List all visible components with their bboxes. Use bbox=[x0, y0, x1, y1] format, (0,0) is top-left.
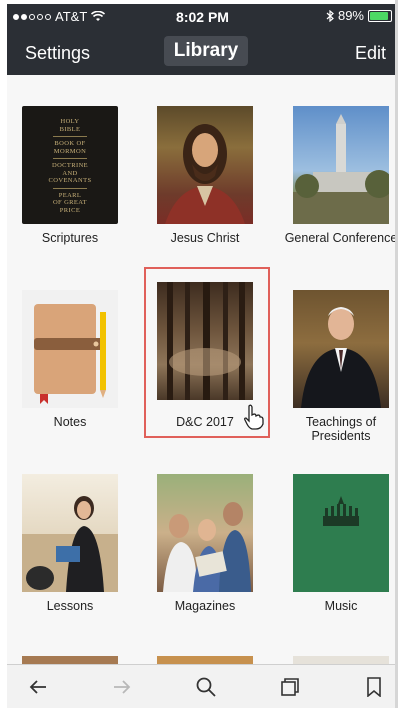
selection-highlight bbox=[144, 267, 270, 438]
classroom-photo bbox=[22, 496, 118, 592]
back-arrow-icon bbox=[29, 680, 46, 694]
magazines-cover[interactable] bbox=[157, 474, 253, 592]
settings-button[interactable]: Settings bbox=[25, 43, 90, 64]
magazines-label: Magazines bbox=[174, 599, 236, 613]
search-icon bbox=[196, 677, 216, 697]
library-title[interactable]: Library bbox=[164, 36, 248, 66]
jesus-painting bbox=[165, 124, 245, 224]
bluetooth-icon bbox=[326, 9, 334, 22]
temple-emblem-icon bbox=[323, 496, 359, 526]
battery-icon bbox=[368, 9, 392, 22]
scriptures-cover[interactable]: HOLY BIBLE BOOK OF MORMON DOCTRINE AND C… bbox=[22, 106, 118, 224]
bookmark-icon bbox=[367, 677, 381, 697]
notes-label: Notes bbox=[53, 415, 87, 429]
jesus-christ-label: Jesus Christ bbox=[170, 231, 240, 245]
jesus-christ-cover[interactable] bbox=[157, 106, 253, 224]
general-conference-cover[interactable] bbox=[293, 106, 389, 224]
tabs-icon bbox=[281, 678, 299, 696]
forward-button[interactable] bbox=[107, 673, 137, 701]
bookmark-button[interactable] bbox=[359, 673, 389, 701]
teachings-of-presidents-label: Teachings of Presidents bbox=[305, 415, 377, 443]
lessons-label: Lessons bbox=[46, 599, 94, 613]
app-screen: AT&T 8:02 PM 89% Settings Library Edit H… bbox=[7, 4, 398, 708]
bottom-toolbar bbox=[7, 664, 398, 708]
forward-arrow-icon bbox=[114, 680, 131, 694]
tabs-button[interactable] bbox=[275, 673, 305, 701]
scriptures-label: Scriptures bbox=[41, 231, 99, 245]
portrait-photo bbox=[301, 307, 381, 408]
lessons-cover[interactable] bbox=[22, 474, 118, 592]
nav-bar: Settings Library Edit bbox=[7, 26, 398, 75]
music-label: Music bbox=[324, 599, 358, 613]
status-right: 89% bbox=[326, 8, 392, 23]
notebook-icon bbox=[34, 304, 106, 404]
battery-percent: 89% bbox=[337, 8, 364, 23]
search-button[interactable] bbox=[191, 673, 221, 701]
music-cover[interactable] bbox=[293, 474, 389, 592]
teachings-of-presidents-cover[interactable] bbox=[293, 290, 389, 408]
status-bar: AT&T 8:02 PM 89% bbox=[7, 4, 398, 26]
scriptures-cover-text: HOLY BIBLE BOOK OF MORMON DOCTRINE AND C… bbox=[48, 118, 92, 214]
general-conference-label: General Conference bbox=[284, 231, 398, 245]
conference-center-photo bbox=[293, 114, 389, 224]
back-button[interactable] bbox=[23, 673, 53, 701]
family-photo bbox=[163, 502, 251, 592]
notes-cover[interactable] bbox=[22, 290, 118, 408]
top-bar: AT&T 8:02 PM 89% Settings Library Edit bbox=[7, 4, 398, 75]
edit-button[interactable]: Edit bbox=[355, 43, 386, 64]
